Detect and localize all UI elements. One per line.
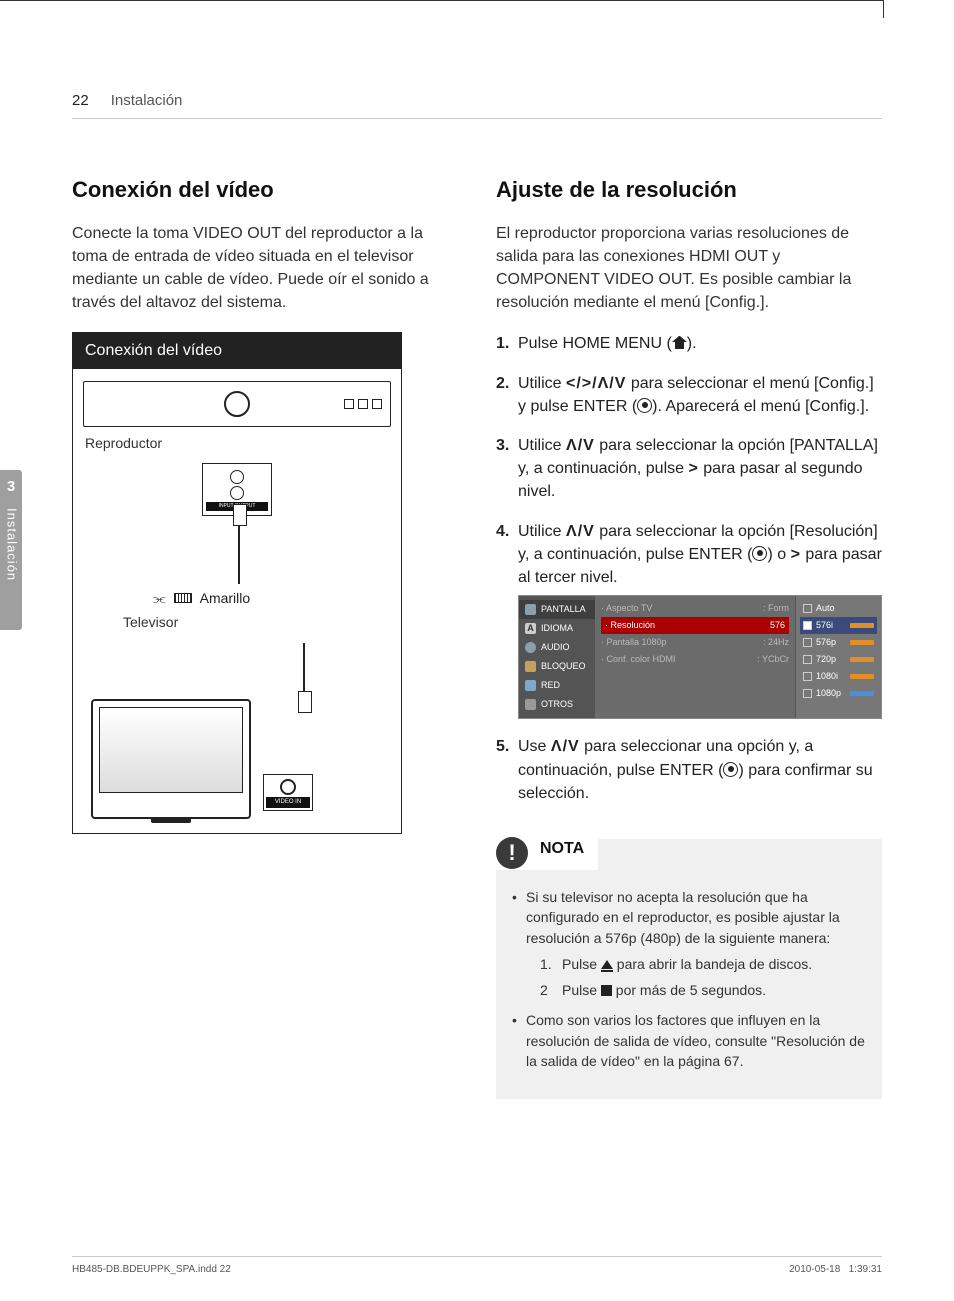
- right-icon: >: [688, 460, 698, 477]
- right-icon: >: [791, 546, 801, 563]
- tv-port-callout: VIDEO IN: [263, 774, 313, 811]
- osd-side-item: BLOQUEO: [519, 657, 595, 676]
- osd-side-item: AUDIO: [519, 638, 595, 657]
- enter-icon: [752, 546, 767, 561]
- osd-option: 576i: [800, 617, 877, 634]
- cable-color-row: ⫘ Amarillo: [153, 588, 391, 608]
- player-label: Reproductor: [85, 433, 391, 453]
- chapter-tab: 3 Instalación: [0, 470, 22, 630]
- source-file: HB485-DB.BDEUPPK_SPA.indd 22: [72, 1263, 231, 1278]
- osd-sidebar: PANTALLA AIDIOMA AUDIO BLOQUEO RED OTROS: [519, 596, 595, 718]
- page-footer: HB485-DB.BDEUPPK_SPA.indd 22 2010-05-18 …: [72, 1256, 882, 1278]
- step-5: Use Λ/V para seleccionar una opción y, a…: [496, 735, 882, 805]
- step-3: Utilice Λ/V para seleccionar la opción […: [496, 434, 882, 504]
- cable-drawing: [303, 643, 391, 693]
- plug-bottom: [298, 691, 312, 713]
- eject-icon: [601, 960, 613, 969]
- note-box: ! NOTA Si su televisor no acepta la reso…: [496, 839, 882, 1099]
- plug-top: [233, 504, 247, 526]
- section-name: Instalación: [111, 90, 183, 112]
- left-paragraph: Conecte la toma VIDEO OUT del reproducto…: [72, 222, 458, 315]
- osd-side-item: PANTALLA: [519, 600, 595, 619]
- osd-popup: Auto 576i 576p 720p 1080i 1080p: [795, 596, 881, 718]
- note-substep: 2Pulse por más de 5 segundos.: [540, 980, 866, 1000]
- step-4: Utilice Λ/V para seleccionar la opción […: [496, 520, 882, 720]
- left-column: Conexión del vídeo Conecte la toma VIDEO…: [72, 174, 458, 1100]
- up-down-icon: Λ/V: [551, 738, 580, 755]
- chapter-label: Instalación: [2, 508, 21, 581]
- heading-left: Conexión del vídeo: [72, 174, 458, 206]
- input-label: INPUT: [219, 503, 234, 509]
- cable-drawing: [238, 524, 391, 584]
- osd-option: 720p: [800, 651, 877, 668]
- video-connection-diagram: Conexión del vídeo Reproductor INPUT OUT…: [72, 332, 402, 833]
- osd-option: 576p: [800, 634, 877, 651]
- up-down-icon: Λ/V: [566, 523, 595, 540]
- page-header: 22 Instalación: [72, 90, 882, 119]
- page: 22 Instalación 3 Instalación Conexión de…: [0, 0, 954, 1301]
- steps-list: Pulse HOME MENU (). Utilice </>/Λ/V para…: [496, 332, 882, 805]
- note-bullet: Si su televisor no acepta la resolución …: [512, 887, 866, 1000]
- osd-setting-row: · Aspecto TV: Form: [601, 600, 789, 617]
- up-down-icon: Λ/V: [566, 437, 595, 454]
- osd-side-item: OTROS: [519, 695, 595, 714]
- note-title: NOTA: [540, 837, 584, 860]
- note-substep: 1.Pulse para abrir la bandeja de discos.: [540, 954, 866, 974]
- up-down-icon: Λ/V: [598, 375, 627, 392]
- enter-icon: [637, 398, 652, 413]
- osd-middle: · Aspecto TV: Form · Resolución576 · Pan…: [595, 596, 795, 718]
- osd-option: 1080p: [800, 685, 877, 702]
- right-paragraph: El reproductor proporciona varias resolu…: [496, 222, 882, 315]
- osd-side-item: AIDIOMA: [519, 619, 595, 638]
- footer-datetime: 2010-05-18 1:39:31: [789, 1263, 882, 1278]
- osd-option: Auto: [800, 600, 877, 617]
- diagram-title: Conexión del vídeo: [73, 333, 401, 368]
- note-header: ! NOTA: [496, 835, 598, 870]
- diagram-body: Reproductor INPUT OUTPUT ⫘ Amarillo: [73, 369, 401, 833]
- stop-icon: [601, 985, 612, 996]
- tv-label: Televisor: [123, 612, 391, 632]
- osd-setting-row: · Resolución576: [601, 617, 789, 634]
- heading-right: Ajuste de la resolución: [496, 174, 882, 206]
- home-icon: [672, 336, 687, 349]
- osd-screenshot: PANTALLA AIDIOMA AUDIO BLOQUEO RED OTROS…: [518, 595, 882, 719]
- player-unit-drawing: [83, 381, 391, 427]
- osd-setting-row: · Pantalla 1080p: 24Hz: [601, 634, 789, 651]
- note-bullet: Como son varios los factores que influye…: [512, 1010, 866, 1071]
- cable-color-label: Amarillo: [200, 588, 251, 608]
- page-number: 22: [72, 90, 89, 112]
- step-2: Utilice </>/Λ/V para seleccionar el menú…: [496, 372, 882, 418]
- alert-icon: !: [496, 837, 528, 869]
- enter-icon: [723, 762, 738, 777]
- osd-side-item: RED: [519, 676, 595, 695]
- arrow-keys-icon: </>/: [566, 375, 598, 392]
- step-1: Pulse HOME MENU ().: [496, 332, 882, 355]
- chapter-number: 3: [0, 470, 22, 498]
- color-swatch: [174, 593, 192, 603]
- cable-coil-icon: ⫘: [153, 588, 166, 608]
- osd-setting-row: · Conf. color HDMI: YCbCr: [601, 651, 789, 668]
- tv-port-label: VIDEO IN: [266, 797, 310, 808]
- right-column: Ajuste de la resolución El reproductor p…: [496, 174, 882, 1100]
- osd-option: 1080i: [800, 668, 877, 685]
- tv-drawing: VIDEO IN: [91, 699, 251, 819]
